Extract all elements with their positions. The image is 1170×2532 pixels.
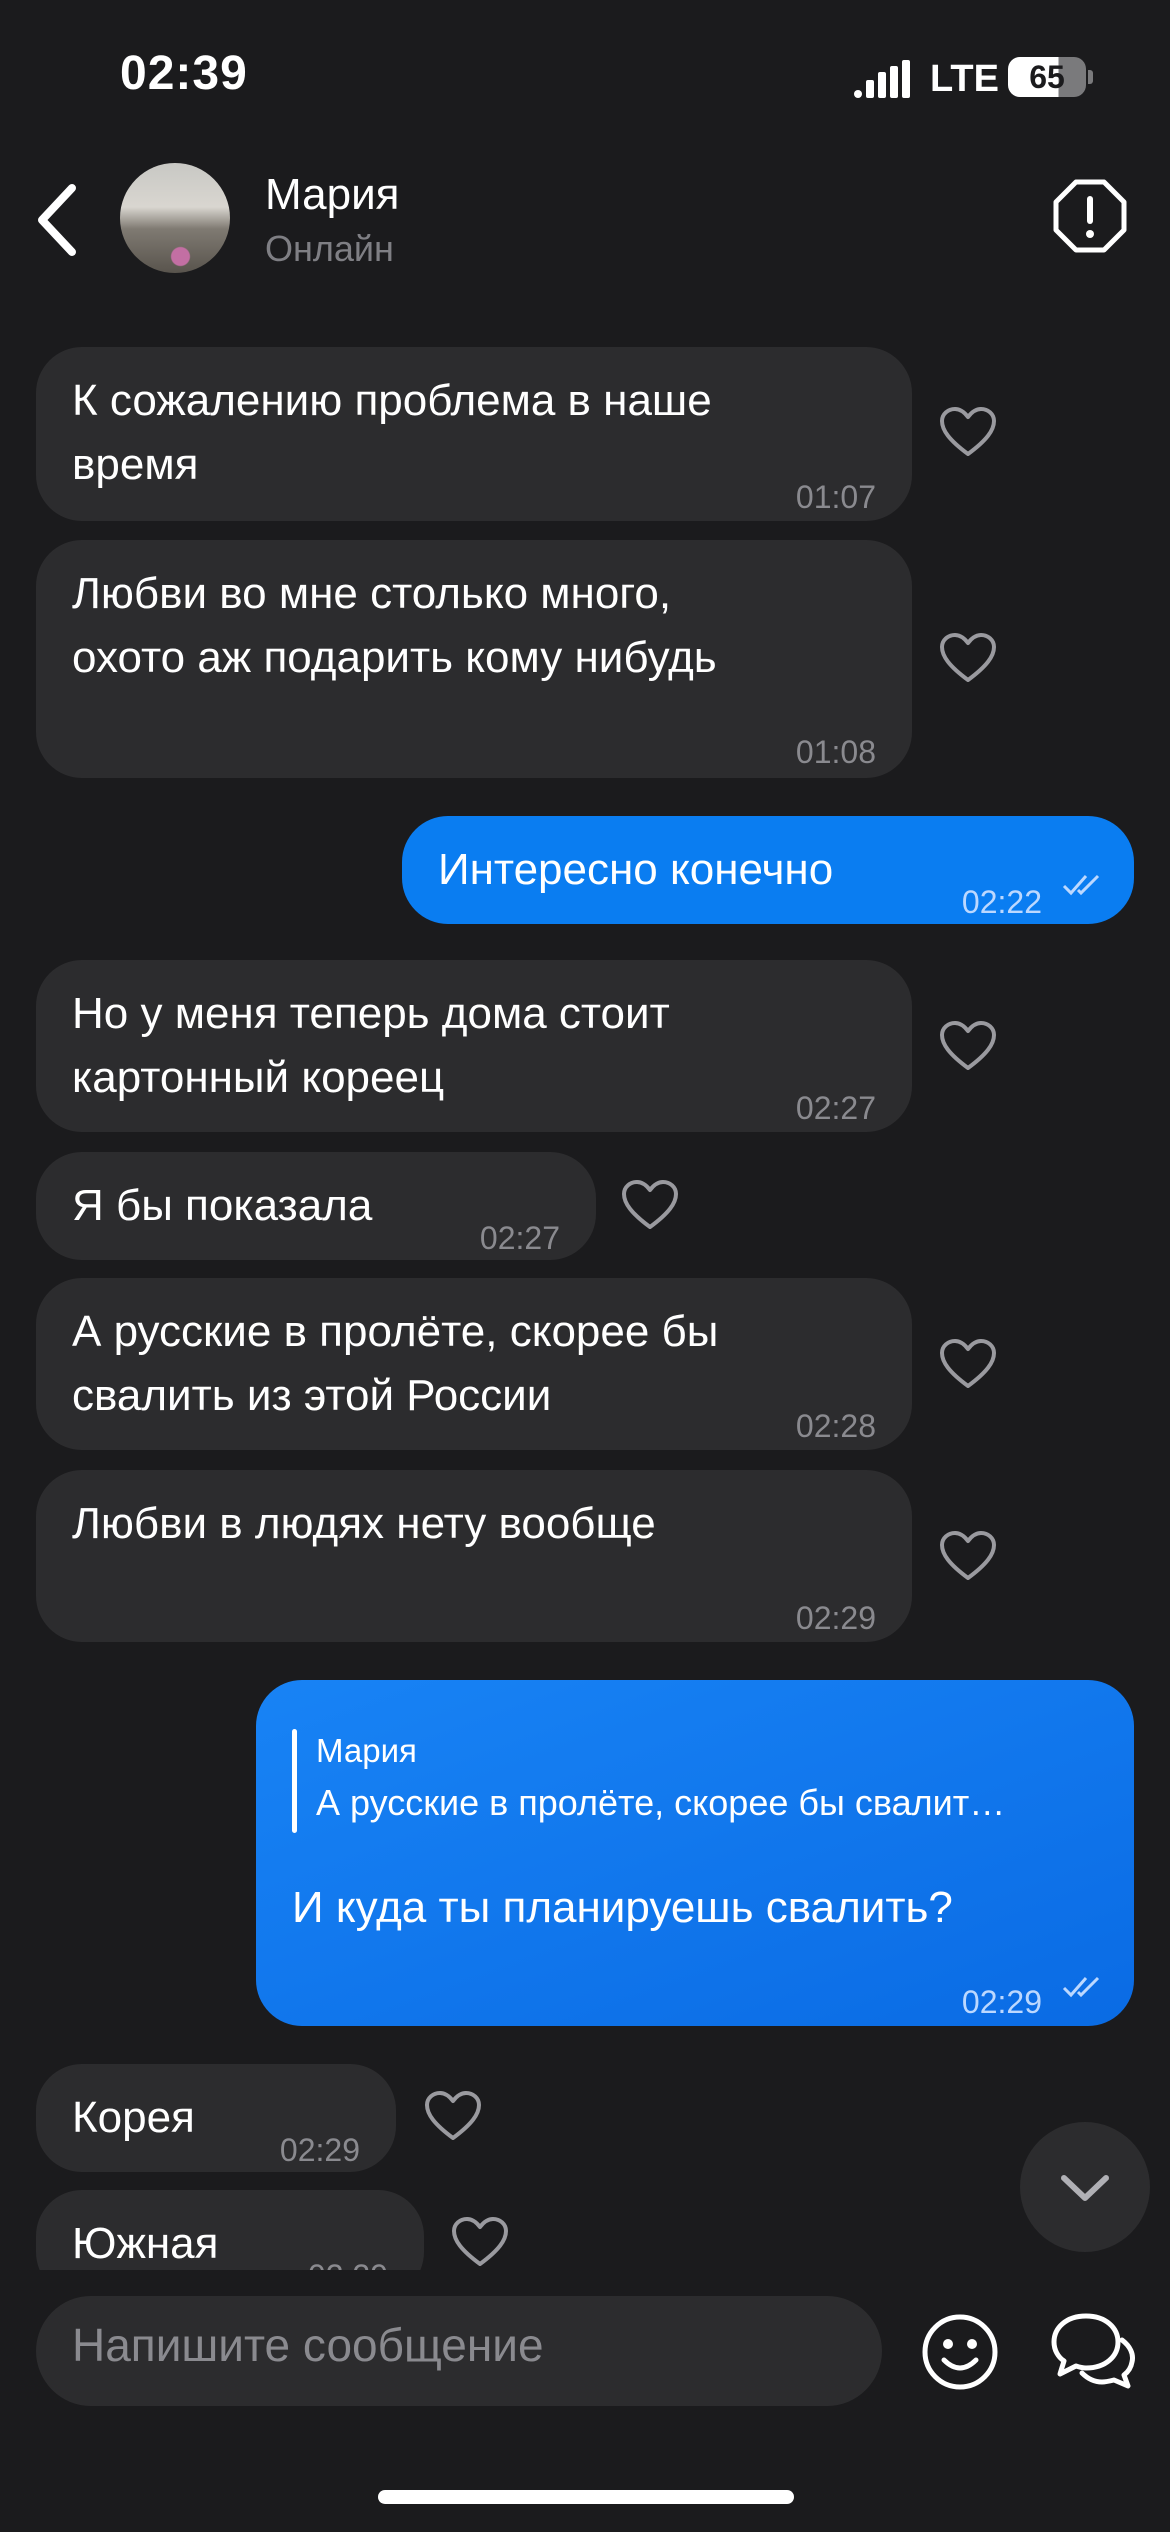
- message-incoming[interactable]: Южная 02:29: [36, 2190, 424, 2270]
- message-incoming[interactable]: Любви во мне столько много, охото аж под…: [36, 540, 912, 778]
- double-check-icon: [1062, 874, 1100, 896]
- message-time: 02:27: [795, 1090, 876, 1126]
- message-time: 01:08: [795, 734, 876, 770]
- message-time: 02:22: [961, 884, 1042, 920]
- message-text: Южная: [72, 2219, 219, 2268]
- scroll-to-bottom-button[interactable]: [1020, 2122, 1150, 2252]
- message-time: 02:29: [308, 2244, 388, 2270]
- reply-quote-text[interactable]: А русские в пролёте, скорее бы свалит…: [316, 1782, 1005, 1824]
- emoji-icon[interactable]: [920, 2312, 1000, 2392]
- double-check-icon: [1062, 1976, 1100, 1998]
- message-time: 02:29: [279, 2132, 360, 2168]
- heart-icon[interactable]: [939, 632, 997, 684]
- chat-area[interactable]: К сожалению проблема в наше время 01:07 …: [0, 0, 1170, 2270]
- heart-icon[interactable]: [939, 1338, 997, 1390]
- heart-icon[interactable]: [939, 1020, 997, 1072]
- message-text: Интересно конечно: [438, 845, 834, 894]
- home-indicator: [378, 2490, 794, 2504]
- heart-icon[interactable]: [424, 2090, 482, 2142]
- message-time: 02:28: [795, 1408, 876, 1444]
- message-text: Корея: [72, 2093, 195, 2142]
- message-incoming[interactable]: Но у меня теперь дома стоит картонный ко…: [36, 960, 912, 1132]
- message-text: А русские в пролёте, скорее бы свалить и…: [72, 1307, 719, 1420]
- message-incoming[interactable]: Я бы показала 02:27: [36, 1152, 596, 1260]
- message-time: 02:29: [961, 1984, 1042, 2020]
- message-text: Любви во мне столько много, охото аж под…: [72, 569, 717, 682]
- message-text: И куда ты планируешь свалить?: [292, 1883, 953, 1932]
- chevron-down-icon: [1061, 2175, 1109, 2201]
- message-time: 02:29: [795, 1600, 876, 1636]
- message-input[interactable]: Напишите сообщение: [36, 2296, 882, 2406]
- heart-icon[interactable]: [451, 2216, 509, 2268]
- message-outgoing[interactable]: Интересно конечно 02:22: [402, 816, 1134, 924]
- message-input-placeholder: Напишите сообщение: [72, 2319, 544, 2371]
- message-incoming[interactable]: А русские в пролёте, скорее бы свалить и…: [36, 1278, 912, 1450]
- message-text: К сожалению проблема в наше время: [72, 376, 712, 489]
- message-text: Любви в людях нету вообще: [72, 1499, 656, 1548]
- message-incoming[interactable]: Любви в людях нету вообще 02:29: [36, 1470, 912, 1642]
- message-time: 01:07: [795, 479, 876, 515]
- reply-quote-bar: [292, 1729, 297, 1833]
- chats-icon[interactable]: [1050, 2310, 1136, 2392]
- message-text: Но у меня теперь дома стоит картонный ко…: [72, 989, 670, 1102]
- heart-icon[interactable]: [939, 406, 997, 458]
- message-text: Я бы показала: [72, 1181, 373, 1230]
- heart-icon[interactable]: [621, 1179, 679, 1231]
- message-incoming[interactable]: К сожалению проблема в наше время 01:07: [36, 347, 912, 521]
- heart-icon[interactable]: [939, 1530, 997, 1582]
- reply-quote-author: Мария: [316, 1732, 417, 1769]
- message-time: 02:27: [479, 1220, 560, 1256]
- message-incoming[interactable]: Корея 02:29: [36, 2064, 396, 2172]
